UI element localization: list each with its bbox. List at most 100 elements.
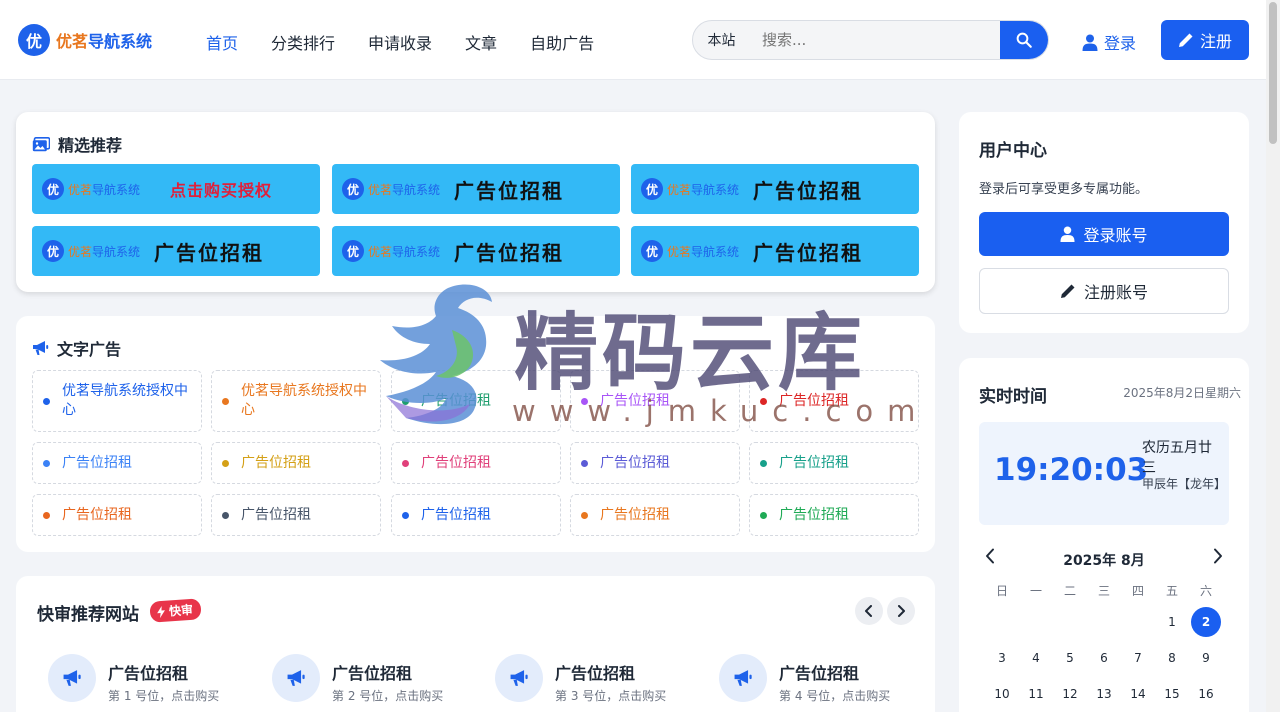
nav-home[interactable]: 首页: [206, 30, 238, 54]
text-ad-link[interactable]: 广告位招租: [749, 494, 919, 536]
calendar-weekday: 三: [1097, 583, 1110, 598]
calendar-weekday: 五: [1165, 583, 1178, 598]
top-header: 优 优茗导航系统 首页 分类排行 申请收录 文章 自助广告 本站 登录 注册: [0, 0, 1266, 80]
text-ad-dot: [581, 511, 588, 519]
calendar-day[interactable]: 4: [1021, 643, 1051, 673]
calendar-day[interactable]: 3: [987, 643, 1017, 673]
quick-review-item[interactable]: 广告位招租第 2 号位，点击购买: [272, 654, 443, 704]
chevron-left-icon: [865, 605, 872, 617]
text-ad-link[interactable]: 广告位招租: [211, 494, 381, 536]
nav-apply[interactable]: 申请收录: [368, 30, 432, 54]
text-ad-dot: [760, 459, 767, 467]
carousel-next-button[interactable]: [887, 597, 915, 625]
banner-label: 广告位招租: [454, 240, 565, 265]
calendar-day[interactable]: 12: [1055, 679, 1085, 709]
megaphone-icon: [33, 341, 49, 355]
calendar-weekday: 二: [1063, 583, 1076, 598]
text-ad-label: 优茗导航系统授权中心: [62, 383, 188, 418]
calendar-day[interactable]: 16: [1191, 679, 1221, 709]
quick-review-name: 广告位招租: [108, 664, 189, 683]
calendar-next-button[interactable]: [1213, 548, 1223, 568]
logo-badge: 优: [18, 24, 50, 56]
quick-review-item[interactable]: 广告位招租第 4 号位，点击购买: [719, 654, 890, 704]
text-ad-link[interactable]: 广告位招租: [749, 370, 919, 432]
text-ad-label: 广告位招租: [779, 454, 849, 471]
fast-review-badge-text: 快审: [168, 602, 194, 619]
pencil-icon: [1060, 284, 1075, 298]
text-ad-dot: [760, 397, 767, 405]
banner-brand-part1: 优茗: [368, 244, 393, 259]
nav-articles[interactable]: 文章: [465, 30, 497, 54]
text-ad-dot: [222, 511, 229, 519]
login-account-button[interactable]: 登录账号: [979, 212, 1229, 256]
register-account-button[interactable]: 注册账号: [979, 268, 1229, 314]
user-icon: [1060, 226, 1076, 242]
calendar-day[interactable]: 15: [1157, 679, 1187, 709]
clock-box: 19:20:03 农历五月廿三 甲辰年【龙年】: [979, 422, 1229, 525]
calendar-day[interactable]: 1: [1157, 607, 1187, 637]
carousel-prev-button[interactable]: [855, 597, 883, 625]
text-ad-link[interactable]: 广告位招租: [211, 442, 381, 484]
text-ad-label: 广告位招租: [421, 454, 491, 471]
calendar-day[interactable]: 8: [1157, 643, 1187, 673]
digital-clock: 19:20:03: [994, 452, 1149, 488]
register-button[interactable]: 注册: [1161, 20, 1249, 60]
featured-banner[interactable]: 优优茗导航系统 广告位招租: [631, 226, 919, 276]
banner-brand-part1: 优茗: [667, 182, 692, 197]
text-ad-link[interactable]: 优茗导航系统授权中心: [32, 370, 202, 432]
calendar-day[interactable]: 5: [1055, 643, 1085, 673]
calendar-prev-button[interactable]: [985, 548, 995, 568]
calendar-day[interactable]: 14: [1123, 679, 1153, 709]
banner-label: 广告位招租: [154, 240, 265, 265]
scrollbar-thumb[interactable]: [1269, 2, 1277, 144]
featured-banner[interactable]: 优优茗导航系统 广告位招租: [631, 164, 919, 214]
text-ad-link[interactable]: 广告位招租: [32, 494, 202, 536]
calendar-day[interactable]: 7: [1123, 643, 1153, 673]
text-ad-dot: [581, 459, 588, 467]
quick-review-name: 广告位招租: [555, 664, 636, 683]
megaphone-icon: [719, 654, 767, 702]
text-ad-link[interactable]: 广告位招租: [391, 442, 561, 484]
banner-brand: 优茗导航系统: [667, 181, 739, 198]
text-ad-dot: [43, 459, 50, 467]
nav-self-ads[interactable]: 自助广告: [530, 30, 594, 54]
quick-review-item[interactable]: 广告位招租第 3 号位，点击购买: [495, 654, 666, 704]
featured-banner[interactable]: 优优茗导航系统 广告位招租: [332, 226, 620, 276]
featured-banner[interactable]: 优优茗导航系统 广告位招租: [332, 164, 620, 214]
text-ad-link[interactable]: 优茗导航系统授权中心: [211, 370, 381, 432]
text-ad-dot: [760, 511, 767, 519]
lunar-day: 农历五月廿三: [1142, 440, 1212, 476]
text-ad-label: 广告位招租: [779, 392, 849, 409]
calendar-day[interactable]: 10: [987, 679, 1017, 709]
text-ad-link[interactable]: 广告位招租: [391, 494, 561, 536]
nav-category-rank[interactable]: 分类排行: [271, 30, 335, 54]
text-ad-link[interactable]: 广告位招租: [570, 442, 740, 484]
featured-banner[interactable]: 优优茗导航系统 广告位招租: [32, 226, 320, 276]
calendar-day[interactable]: 6: [1089, 643, 1119, 673]
quick-review-item[interactable]: 广告位招租第 1 号位，点击购买: [48, 654, 219, 704]
text-ad-link[interactable]: 广告位招租: [570, 494, 740, 536]
banner-brand: 优茗导航系统: [667, 243, 739, 260]
text-ads-title: 文字广告: [32, 336, 121, 360]
search-button[interactable]: [1000, 21, 1048, 59]
text-ad-link[interactable]: 广告位招租: [570, 370, 740, 432]
calendar-day[interactable]: 9: [1191, 643, 1221, 673]
login-link[interactable]: 登录: [1082, 30, 1136, 54]
featured-banner[interactable]: 优优茗导航系统 点击购买授权: [32, 164, 320, 214]
text-ad-link[interactable]: 广告位招租: [749, 442, 919, 484]
text-ad-link[interactable]: 广告位招租: [391, 370, 561, 432]
banner-brand-part2: 导航系统: [691, 182, 740, 197]
calendar-day[interactable]: 13: [1089, 679, 1119, 709]
calendar-day-today[interactable]: 2: [1191, 607, 1221, 637]
site-logo[interactable]: 优 优茗导航系统: [18, 24, 152, 56]
text-ad-label: 广告位招租: [600, 506, 670, 523]
search-scope-select[interactable]: 本站: [693, 30, 748, 50]
text-ad-label: 广告位招租: [241, 506, 311, 523]
banner-badge: 优: [342, 240, 364, 262]
register-account-label: 注册账号: [1083, 283, 1148, 302]
search-input[interactable]: [748, 21, 1000, 59]
text-ad-link[interactable]: 广告位招租: [32, 442, 202, 484]
text-ad-dot: [581, 397, 588, 405]
quick-review-name: 广告位招租: [779, 664, 860, 683]
calendar-day[interactable]: 11: [1021, 679, 1051, 709]
